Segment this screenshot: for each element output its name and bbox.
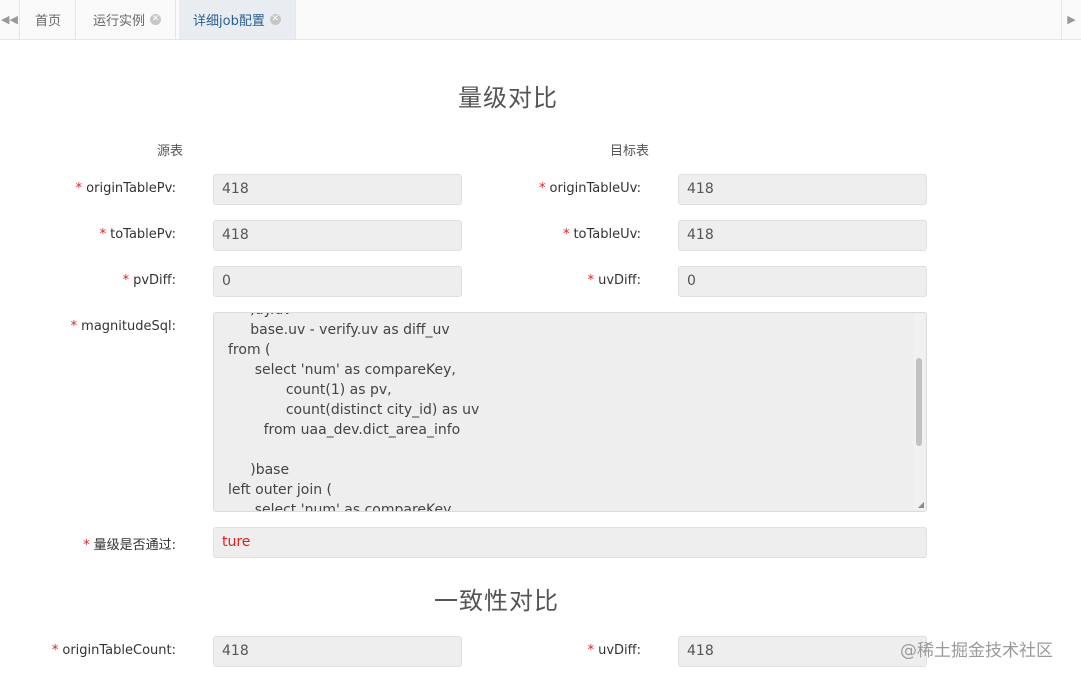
sql-line: select 'num' as compareKey, <box>228 502 456 512</box>
target-table-header: 目标表 <box>610 144 650 159</box>
tab-home[interactable]: 首页 <box>21 0 77 39</box>
magnitude-sql-textarea[interactable]: ,uy.uv base.uv - verify.uv as diff_uvfro… <box>213 312 927 512</box>
required-marker: * <box>587 273 595 288</box>
magnitude-sql-label: * magnitudeSql: <box>71 319 176 334</box>
label-text: magnitudeSql: <box>81 319 176 334</box>
origin-table-count-label: * originTableCount: <box>52 643 176 658</box>
consistency-section-title: 一致性对比 <box>434 587 559 615</box>
magnitude-pass-field[interactable]: ture <box>213 527 927 558</box>
tab-run-instance[interactable]: 运行实例 ✕ <box>79 0 177 39</box>
sql-line: select 'num' as compareKey, <box>228 362 456 378</box>
pv-diff-label: * pvDiff: <box>123 273 176 288</box>
to-table-uv-field[interactable]: 418 <box>678 220 927 251</box>
required-marker: * <box>83 538 90 553</box>
tab-scroll-left-button[interactable]: ◀◀ <box>0 0 20 39</box>
origin-table-pv-field[interactable]: 418 <box>213 174 462 205</box>
sql-lines: ,uy.uv base.uv - verify.uv as diff_uvfro… <box>228 313 906 512</box>
required-marker: * <box>99 227 107 242</box>
uv-diff-field[interactable]: 0 <box>678 266 927 297</box>
watermark: @稀土掘金技术社区 <box>900 641 1053 661</box>
origin-table-uv-label: * originTableUv: <box>539 181 641 196</box>
sql-line: ,uy.uv <box>228 313 906 320</box>
required-marker: * <box>51 643 59 658</box>
tab-job-config[interactable]: 详细job配置 ✕ <box>179 0 296 39</box>
close-icon[interactable]: ✕ <box>150 14 162 25</box>
tab-bar: ◀◀ 首页 运行实例 ✕ 详细job配置 ✕ ▶ <box>0 0 1081 40</box>
tab-scroll-right-button[interactable]: ▶ <box>1061 0 1081 39</box>
tab-label: 首页 <box>35 14 62 29</box>
origin-table-uv-field[interactable]: 418 <box>678 174 927 205</box>
sql-line <box>228 440 906 460</box>
pv-diff-field[interactable]: 0 <box>213 266 462 297</box>
sql-line: from uaa_dev.dict_area_info <box>228 422 461 438</box>
label-text: toTablePv: <box>110 227 176 242</box>
consistency-uv-diff-field[interactable]: 418 <box>678 636 927 667</box>
required-marker: * <box>587 643 595 658</box>
label-text: toTableUv: <box>573 227 641 242</box>
uv-diff-label: * uvDiff: <box>588 273 641 288</box>
label-text: uvDiff: <box>598 273 641 288</box>
to-table-uv-label: * toTableUv: <box>563 227 641 242</box>
required-marker: * <box>70 319 78 334</box>
sql-line: )base <box>228 462 290 478</box>
label-text: originTablePv: <box>86 181 176 196</box>
label-text: 量级是否通过: <box>93 538 176 553</box>
tab-label: 运行实例 <box>93 14 146 29</box>
sql-line: base.uv - verify.uv as diff_uv <box>228 322 450 338</box>
magnitude-pass-label: * 量级是否通过: <box>83 534 176 553</box>
label-text: originTableUv: <box>549 181 641 196</box>
label-text: pvDiff: <box>133 273 176 288</box>
required-marker: * <box>538 181 546 196</box>
tab-label: 详细job配置 <box>193 14 265 29</box>
origin-table-pv-label: * originTablePv: <box>76 181 176 196</box>
sql-line: from ( <box>228 342 271 358</box>
scrollbar-thumb[interactable] <box>916 358 922 446</box>
resize-grip-icon[interactable]: ◢ <box>918 501 924 509</box>
to-table-pv-field[interactable]: 418 <box>213 220 462 251</box>
close-icon[interactable]: ✕ <box>269 14 281 25</box>
required-marker: * <box>562 227 570 242</box>
source-table-header: 源表 <box>157 144 184 159</box>
label-text: originTableCount: <box>62 643 176 658</box>
required-marker: * <box>122 273 130 288</box>
required-marker: * <box>75 181 83 196</box>
magnitude-section-title: 量级对比 <box>458 84 558 112</box>
textarea-scrollbar[interactable] <box>913 314 925 510</box>
double-chevron-left-icon: ◀◀ <box>1 13 18 26</box>
label-text: uvDiff: <box>598 643 641 658</box>
chevron-right-icon: ▶ <box>1067 13 1076 26</box>
to-table-pv-label: * toTablePv: <box>100 227 176 242</box>
origin-table-count-field[interactable]: 418 <box>213 636 462 667</box>
consistency-uv-diff-label: * uvDiff: <box>588 643 641 658</box>
sql-line: left outer join ( <box>228 482 333 498</box>
sql-line: count(distinct city_id) as uv <box>228 402 480 418</box>
sql-line: count(1) as pv, <box>228 382 392 398</box>
